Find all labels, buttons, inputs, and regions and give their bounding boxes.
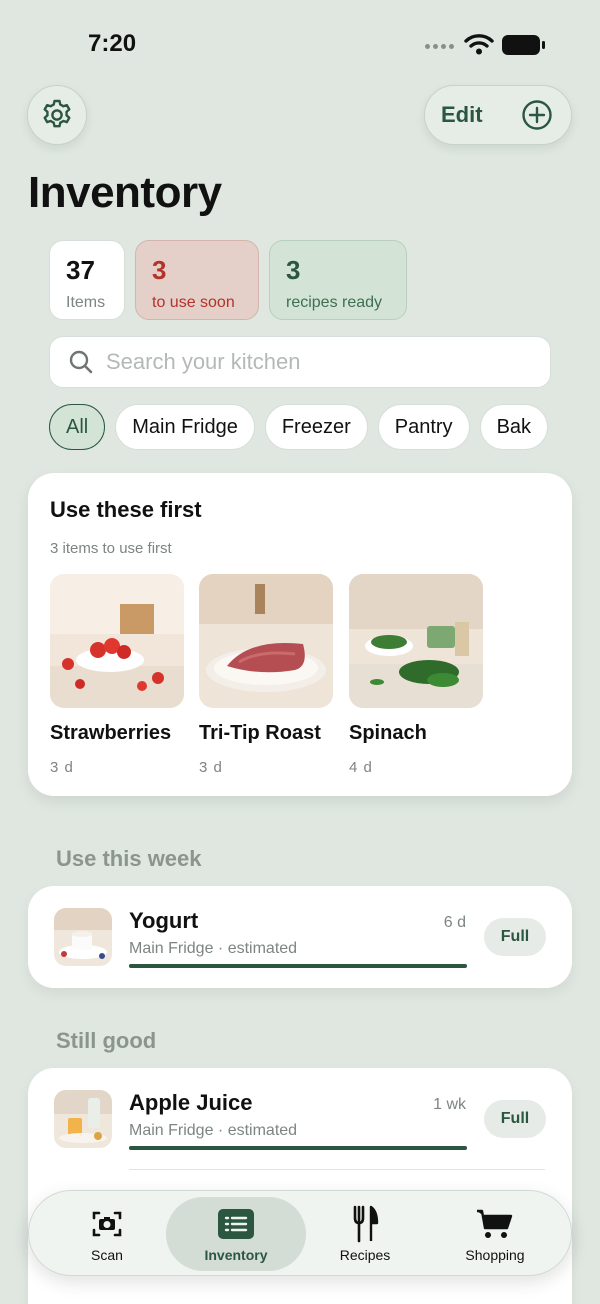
item-days: 1 wk	[433, 1096, 466, 1113]
tab-recipes[interactable]: Recipes	[295, 1197, 435, 1271]
signal-icon	[425, 44, 454, 49]
use-first-item[interactable]: Tri-Tip Roast 3 d	[199, 574, 333, 776]
wifi-icon	[464, 34, 494, 55]
tab-scan[interactable]: Scan	[37, 1197, 177, 1271]
search-input[interactable]: Search your kitchen	[49, 336, 551, 388]
status-time: 7:20	[88, 30, 137, 57]
use-first-item[interactable]: Strawberries 3 d	[50, 574, 184, 776]
filter-chip-all[interactable]: All	[49, 404, 106, 450]
freshness-bar	[129, 1146, 467, 1150]
stat-items-value: 37	[66, 255, 95, 285]
item-name: Apple Juice	[129, 1090, 253, 1115]
tab-label: Shopping	[465, 1247, 525, 1263]
use-first-title: Use these first	[50, 497, 202, 522]
use-first-card: Use these first 3 items to use first Str…	[28, 473, 572, 796]
edit-add-button[interactable]: Edit	[424, 85, 572, 145]
fork-knife-icon	[345, 1205, 385, 1243]
use-first-item[interactable]: Spinach 4 d	[349, 574, 483, 776]
tab-shopping[interactable]: Shopping	[425, 1197, 565, 1271]
apple-juice-image	[54, 1090, 112, 1148]
edit-label: Edit	[441, 102, 483, 127]
spinach-image	[349, 574, 483, 708]
item-name: Tri-Tip Roast	[199, 722, 321, 744]
stat-recipes-value: 3	[286, 255, 301, 285]
filter-chip-pantry[interactable]: Pantry	[377, 404, 470, 450]
stat-use-soon-value: 3	[152, 255, 167, 285]
item-name: Yogurt	[129, 908, 199, 933]
full-button[interactable]: Full	[484, 1100, 546, 1138]
page-title: Inventory	[28, 168, 222, 217]
tri-tip-roast-image	[199, 574, 333, 708]
filter-chip-main-fridge[interactable]: Main Fridge	[115, 404, 255, 450]
filter-chips: All Main Fridge Freezer Pantry Bak	[49, 404, 551, 452]
stat-items[interactable]: 37 Items	[49, 240, 125, 320]
tab-label: Scan	[91, 1247, 123, 1263]
tab-bar: Scan Inventory Recipes Shopping	[28, 1190, 572, 1276]
tab-inventory[interactable]: Inventory	[166, 1197, 306, 1271]
item-days: 3 d	[50, 759, 74, 776]
status-bar: 7:20	[0, 0, 600, 80]
filter-chip-freezer[interactable]: Freezer	[264, 404, 368, 450]
item-name: Spinach	[349, 722, 427, 744]
section-label-use-this-week: Use this week	[56, 846, 202, 871]
row-divider	[129, 1169, 545, 1170]
list-icon	[216, 1207, 256, 1241]
item-name: Strawberries	[50, 722, 172, 744]
filter-chip-bakery[interactable]: Bak	[479, 404, 549, 450]
cart-icon	[475, 1207, 515, 1241]
section-label-still-good: Still good	[56, 1028, 157, 1053]
search-icon	[69, 350, 93, 374]
camera-icon	[87, 1207, 127, 1241]
use-first-subtitle: 3 items to use first	[50, 540, 172, 557]
settings-button[interactable]	[27, 85, 87, 145]
item-days: 4 d	[349, 759, 373, 776]
tab-label: Recipes	[339, 1247, 391, 1263]
stat-recipes-label: recipes ready	[286, 294, 383, 311]
tab-label: Inventory	[204, 1247, 268, 1263]
inventory-row[interactable]: Yogurt Main Fridge · estimated 6 d Full	[28, 886, 572, 988]
stat-recipes-ready[interactable]: 3 recipes ready	[269, 240, 407, 320]
freshness-bar	[129, 964, 467, 968]
battery-icon	[502, 35, 545, 55]
gear-icon	[43, 99, 71, 128]
stat-use-soon[interactable]: 3 to use soon	[135, 240, 259, 320]
item-meta: Main Fridge · estimated	[129, 940, 298, 957]
yogurt-image	[54, 908, 112, 966]
item-meta: Main Fridge · estimated	[129, 1122, 298, 1139]
search-placeholder: Search your kitchen	[106, 349, 301, 374]
stat-use-soon-label: to use soon	[152, 294, 235, 311]
item-days: 6 d	[443, 914, 466, 931]
stat-items-label: Items	[66, 294, 106, 311]
full-button[interactable]: Full	[484, 918, 546, 956]
strawberries-image	[50, 574, 184, 708]
plus-circle-icon	[522, 100, 552, 130]
item-days: 3 d	[199, 759, 223, 776]
